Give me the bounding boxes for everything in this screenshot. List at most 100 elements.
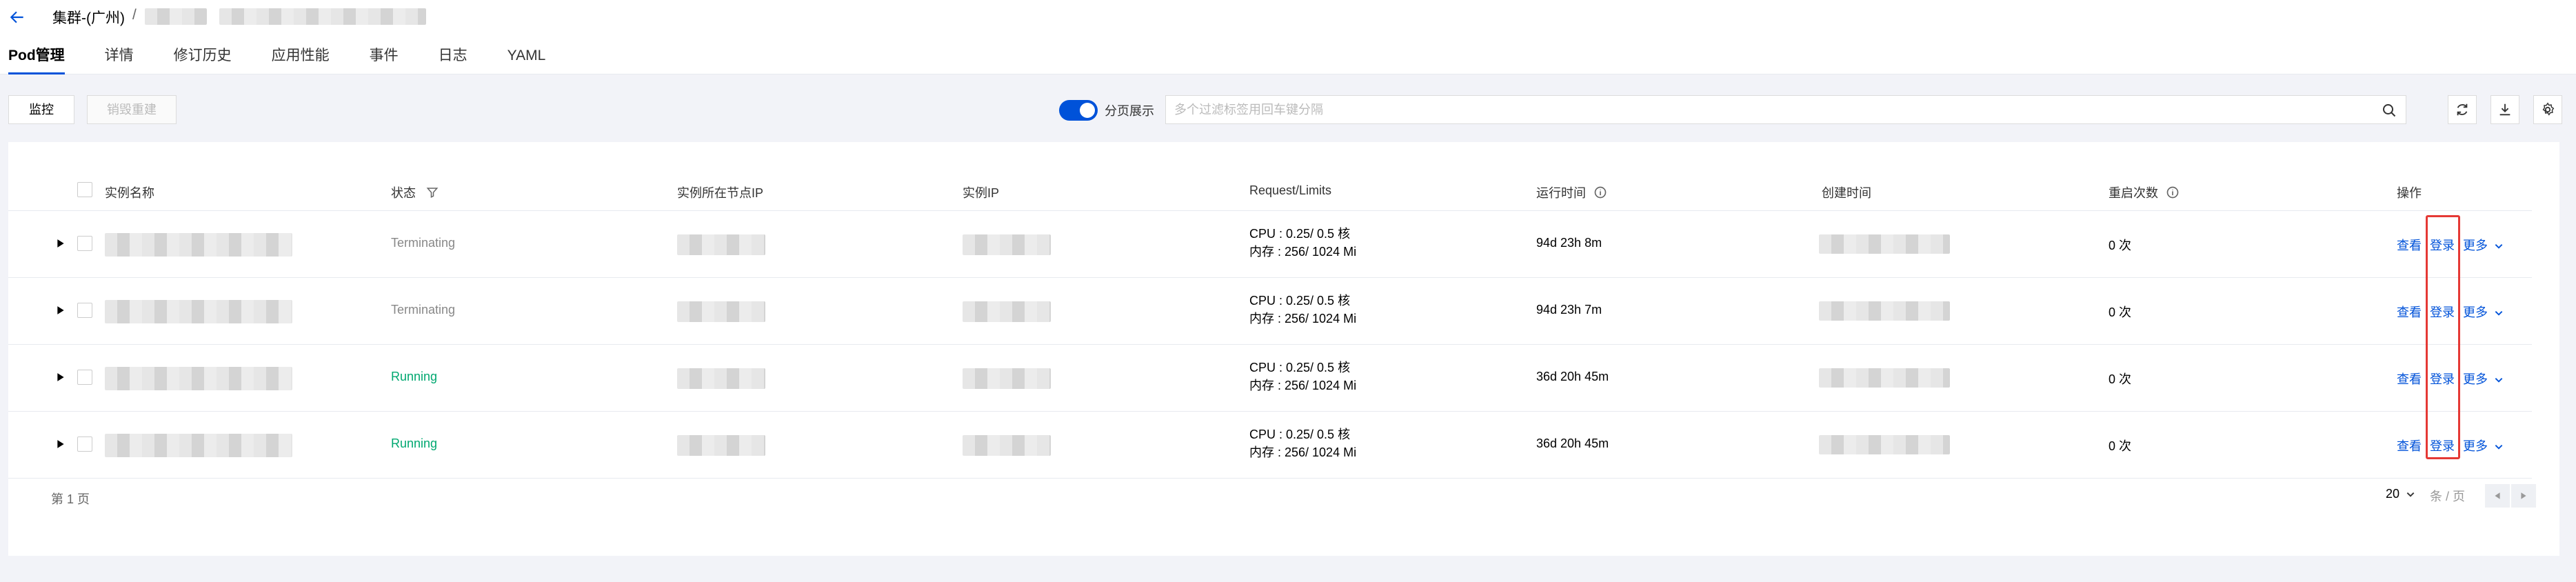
tab-revision-history[interactable]: 修订历史 (174, 46, 232, 74)
col-created-time: 创建时间 (1822, 186, 1871, 200)
refresh-button[interactable] (2448, 95, 2477, 124)
view-link[interactable]: 查看 (2397, 303, 2422, 321)
memory-value: 内存 : 256/ 1024 Mi (1249, 379, 1357, 392)
status-text: Terminating (391, 303, 456, 317)
row-checkbox[interactable] (77, 436, 92, 452)
view-link[interactable]: 查看 (2397, 236, 2422, 254)
restarts-value: 0 次 (2109, 239, 2132, 252)
login-link[interactable]: 登录 (2430, 436, 2455, 454)
restarts-value: 0 次 (2109, 305, 2132, 319)
status-text: Terminating (391, 236, 456, 250)
caret-left-icon (2495, 492, 2500, 499)
tab-yaml[interactable]: YAML (507, 46, 546, 74)
tab-pod-management[interactable]: Pod管理 (8, 46, 65, 74)
blurred-instance-ip (963, 301, 1051, 322)
memory-value: 内存 : 256/ 1024 Mi (1249, 312, 1357, 325)
more-label: 更多 (2463, 372, 2488, 386)
more-dropdown[interactable]: 更多 (2463, 303, 2504, 321)
blurred-instance-ip (963, 368, 1051, 389)
expand-caret-icon[interactable] (57, 439, 65, 449)
blurred-node-ip (677, 234, 765, 255)
login-link[interactable]: 登录 (2430, 303, 2455, 321)
tab-bar: Pod管理 详情 修订历史 应用性能 事件 日志 YAML (8, 46, 585, 74)
more-dropdown[interactable]: 更多 (2463, 236, 2504, 254)
expand-caret-icon[interactable] (57, 305, 65, 315)
download-icon (2499, 103, 2510, 116)
runtime-value: 94d 23h 7m (1536, 303, 1602, 317)
blurred-created-time (1819, 301, 1950, 321)
blurred-created-time (1819, 234, 1950, 254)
monitor-button[interactable]: 监控 (8, 95, 74, 124)
table-header: 实例名称 状态 实例所在节点IP 实例IP Request/Limits 运行时… (8, 170, 2532, 211)
info-icon[interactable] (2166, 185, 2180, 199)
col-request-limits: Request/Limits (1249, 183, 1332, 197)
view-link[interactable]: 查看 (2397, 436, 2422, 454)
blurred-instance-ip (963, 234, 1051, 255)
col-runtime: 运行时间 (1536, 183, 1607, 201)
cpu-value: CPU : 0.25/ 0.5 核 (1249, 294, 1351, 308)
row-checkbox[interactable] (77, 370, 92, 385)
page-size-unit: 条 / 页 (2430, 490, 2466, 503)
filter-icon[interactable] (426, 186, 439, 199)
request-limits: CPU : 0.25/ 0.5 核 内存 : 256/ 1024 Mi (1249, 425, 1356, 461)
search-input[interactable] (1166, 96, 2338, 123)
back-arrow-icon[interactable] (8, 8, 26, 26)
blurred-node-ip (677, 368, 765, 389)
info-icon[interactable] (1593, 185, 1607, 199)
request-limits: CPU : 0.25/ 0.5 核 内存 : 256/ 1024 Mi (1249, 225, 1356, 261)
chevron-down-icon (2406, 492, 2415, 497)
chevron-down-icon (2495, 244, 2503, 249)
page-header: 集群-(广州) / Pod管理 详情 修订历史 应用性能 事件 日志 YAML (0, 0, 2576, 74)
more-dropdown[interactable]: 更多 (2463, 370, 2504, 388)
chevron-down-icon (2495, 311, 2503, 316)
page-size-select[interactable]: 20 (2386, 487, 2415, 501)
page-indicator: 第 1 页 (51, 492, 90, 506)
expand-caret-icon[interactable] (57, 372, 65, 382)
view-link[interactable]: 查看 (2397, 370, 2422, 388)
login-link[interactable]: 登录 (2430, 370, 2455, 388)
cpu-value: CPU : 0.25/ 0.5 核 (1249, 361, 1351, 374)
more-label: 更多 (2463, 439, 2488, 453)
restarts-value: 0 次 (2109, 372, 2132, 386)
expand-caret-icon[interactable] (57, 239, 65, 248)
cluster-title[interactable]: 集群-(广州) (52, 7, 125, 28)
memory-value: 内存 : 256/ 1024 Mi (1249, 245, 1357, 259)
next-page-button[interactable] (2511, 484, 2536, 508)
col-runtime-label: 运行时间 (1536, 186, 1586, 200)
tab-details[interactable]: 详情 (105, 46, 134, 74)
settings-button[interactable] (2533, 95, 2562, 124)
select-all-checkbox[interactable] (77, 182, 92, 197)
runtime-value: 94d 23h 8m (1536, 236, 1602, 250)
row-checkbox[interactable] (77, 236, 92, 251)
request-limits: CPU : 0.25/ 0.5 核 内存 : 256/ 1024 Mi (1249, 359, 1356, 394)
more-label: 更多 (2463, 239, 2488, 252)
tab-events[interactable]: 事件 (370, 46, 399, 74)
table-row: Running CPU : 0.25/ 0.5 核 内存 : 256/ 1024… (8, 345, 2532, 412)
more-dropdown[interactable]: 更多 (2463, 436, 2504, 454)
col-instance-name: 实例名称 (105, 186, 154, 200)
pagination-toggle[interactable] (1059, 100, 1098, 121)
row-checkbox[interactable] (77, 303, 92, 318)
more-label: 更多 (2463, 305, 2488, 319)
col-instance-ip: 实例IP (963, 186, 1000, 200)
login-link[interactable]: 登录 (2430, 236, 2455, 254)
search-icon[interactable] (2381, 102, 2397, 119)
tab-logs[interactable]: 日志 (439, 46, 467, 74)
prev-page-button[interactable] (2485, 484, 2510, 508)
caret-right-icon (2521, 492, 2526, 499)
table-row: Terminating CPU : 0.25/ 0.5 核 内存 : 256/ … (8, 211, 2532, 278)
pod-table-card: 实例名称 状态 实例所在节点IP 实例IP Request/Limits 运行时… (8, 142, 2559, 556)
col-status-label: 状态 (391, 186, 416, 200)
cpu-value: CPU : 0.25/ 0.5 核 (1249, 227, 1351, 241)
blurred-instance-name (105, 367, 292, 390)
col-status: 状态 (391, 183, 439, 201)
tab-app-performance[interactable]: 应用性能 (272, 46, 330, 74)
download-button[interactable] (2491, 95, 2519, 124)
runtime-value: 36d 20h 45m (1536, 370, 1609, 383)
gear-icon (2542, 102, 2555, 116)
memory-value: 内存 : 256/ 1024 Mi (1249, 445, 1357, 459)
destroy-rebuild-button[interactable]: 销毁重建 (87, 95, 177, 124)
page-size-value: 20 (2386, 487, 2400, 501)
blurred-instance-ip (963, 435, 1051, 456)
cpu-value: CPU : 0.25/ 0.5 核 (1249, 428, 1351, 441)
